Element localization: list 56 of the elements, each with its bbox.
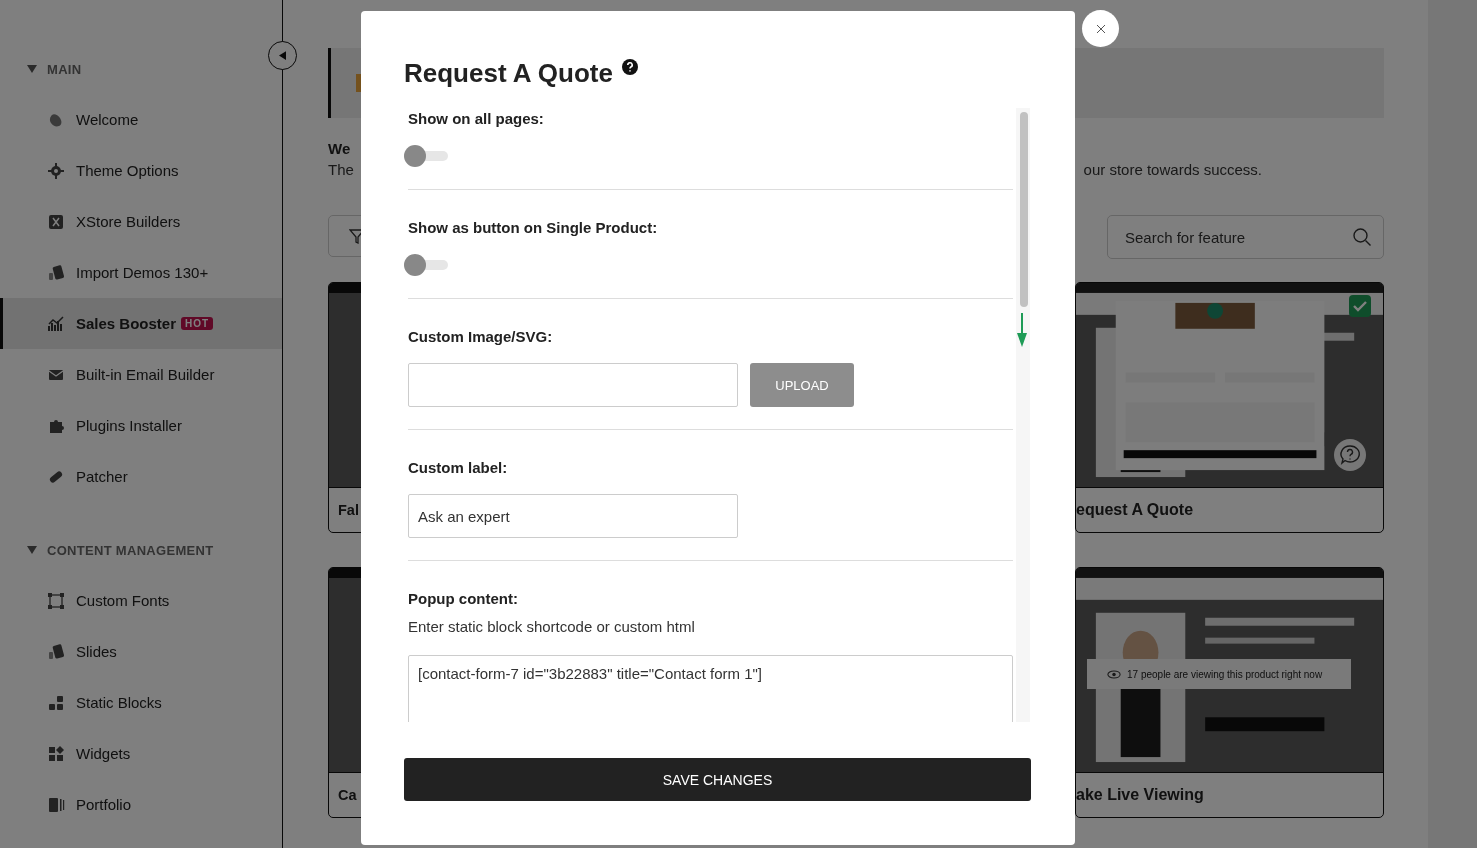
sidebar-item[interactable]: XStore Builders (0, 196, 282, 247)
field-label: Custom Image/SVG: (408, 327, 553, 347)
blocks-icon (47, 693, 65, 712)
gear-icon (47, 161, 65, 180)
scrollbar[interactable] (1016, 108, 1030, 722)
intro-text: our store towards success. (1083, 161, 1262, 178)
caret-icon[interactable] (27, 65, 37, 73)
intro-text: The (328, 161, 354, 178)
section-title: MAIN (47, 61, 82, 77)
widgets-icon (47, 744, 65, 763)
search-icon (1352, 227, 1372, 247)
sidebar-item[interactable]: Sales Booster HOT (0, 298, 282, 349)
sidebar-item[interactable]: Portfolio (0, 779, 282, 830)
collapse-button[interactable] (268, 41, 297, 70)
chart-icon (47, 314, 65, 333)
caret-icon[interactable] (27, 546, 37, 554)
feature-card[interactable]: equest A Quote (1075, 282, 1384, 533)
label-field[interactable]: Ask an expert (408, 494, 738, 538)
close-button[interactable] (1082, 10, 1119, 47)
save-button[interactable]: SAVE CHANGES (404, 758, 1031, 801)
help-chat-icon[interactable] (1334, 439, 1366, 471)
intro-heading: We (328, 140, 352, 157)
sidebar-item[interactable]: Plugins Installer (0, 400, 282, 451)
sidebar-item[interactable]: Widgets (0, 728, 282, 779)
sidebar-item[interactable]: Theme Options (0, 145, 282, 196)
sidebar-item[interactable]: Slides (0, 626, 282, 677)
field-description: Enter static block shortcode or custom html (408, 618, 695, 635)
eye-icon (1107, 669, 1121, 679)
sidebar-item[interactable]: Patcher (0, 451, 282, 502)
viewers-text: 17 people are viewing this product right now (1127, 668, 1323, 680)
feature-card[interactable]: 17 people are viewing this product right now ake Live Viewing (1075, 567, 1384, 818)
upload-button[interactable]: UPLOAD (750, 363, 854, 407)
help-icon[interactable] (622, 59, 638, 75)
search-field[interactable]: Search for feature (1107, 215, 1384, 259)
fonts-icon (47, 591, 65, 610)
sidebar-item[interactable]: Import Demos 130+ (0, 247, 282, 298)
down-arrow-icon (1017, 313, 1027, 347)
field-label: Popup content: (408, 589, 518, 609)
xbox-icon (47, 212, 65, 231)
close-icon (1095, 23, 1106, 34)
cards-icon (47, 642, 65, 661)
modal-title: Request A Quote (404, 58, 613, 89)
content-field[interactable]: [contact-form-7 id="3b22883" title="Contact form 1"] (408, 655, 1013, 722)
caret-icon (279, 51, 286, 60)
field-label: Show on all pages: (408, 109, 544, 129)
field-label: Custom label: (408, 458, 508, 478)
sidebar-item[interactable]: Static Blocks (0, 677, 282, 728)
hot-badge: HOT (181, 317, 214, 330)
sidebar-item[interactable]: Custom Fonts (0, 575, 282, 626)
sidebar-item[interactable]: Welcome (0, 94, 282, 145)
sidebar-item[interactable]: Built-in Email Builder (0, 349, 282, 400)
cards-icon (47, 263, 65, 282)
section-title: CONTENT MANAGEMENT (47, 542, 214, 558)
field-label: Show as button on Single Product: (408, 218, 658, 238)
image-url-field[interactable] (408, 363, 738, 407)
portfolio-icon (47, 795, 65, 814)
